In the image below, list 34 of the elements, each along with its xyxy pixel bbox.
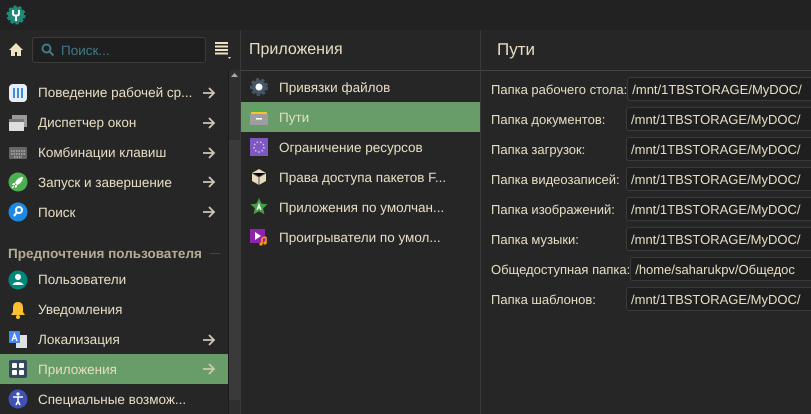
path-field[interactable]: /home/saharukpv/Общедос [630, 257, 811, 281]
sidebar-item[interactable]: Запуск и завершение [0, 167, 228, 198]
field-label: Папка изображений: [491, 202, 616, 216]
panel-title: Приложения [249, 41, 343, 59]
sidebar-item[interactable]: Уведомления [0, 294, 228, 325]
field-label: Папка рабочего стола: [491, 82, 628, 96]
sidebar-item[interactable]: Локализация [0, 324, 228, 354]
search-field[interactable]: Поиск... [32, 37, 206, 63]
path-field[interactable]: /mnt/1TBSTORAGE/MyDOC/ [626, 227, 811, 251]
field-label: Общедоступная папка: [491, 262, 630, 276]
path-field[interactable]: /mnt/1TBSTORAGE/MyDOC/ [626, 107, 811, 131]
list-item[interactable]: Приложения по умолчан... [241, 192, 480, 222]
field-label: Папка видеозаписей: [491, 172, 621, 186]
sidebar-item[interactable]: Диспетчер окон [0, 108, 228, 138]
path-field[interactable]: /mnt/1TBSTORAGE/MyDOC/ [626, 137, 811, 161]
sidebar-item[interactable]: Специальные возмож... [0, 384, 228, 414]
sidebar-item[interactable]: Пользователи [0, 264, 228, 295]
section-header: Предпочтения пользователя [8, 246, 202, 261]
field-label: Папка загрузок: [491, 142, 586, 156]
sidebar-item[interactable]: Поведение рабочей ср... [0, 78, 228, 108]
list-item[interactable]: Права доступа пакетов F... [241, 162, 480, 192]
path-field[interactable]: /mnt/1TBSTORAGE/MyDOC/ [626, 287, 811, 311]
list-item[interactable]: Ограничение ресурсов [241, 132, 480, 162]
list-item[interactable]: Проигрыватели по умол... [241, 222, 480, 252]
page-title: Пути [497, 40, 536, 60]
field-label: Папка музыки: [491, 232, 580, 246]
sidebar-item[interactable]: Поиск [0, 197, 228, 228]
path-field[interactable]: /mnt/1TBSTORAGE/MyDOC/ [627, 77, 811, 101]
sidebar-item[interactable]: Комбинации клавиш [0, 138, 228, 168]
path-field[interactable]: /mnt/1TBSTORAGE/MyDOC/ [626, 197, 811, 221]
list-item[interactable]: Привязки файлов [241, 72, 480, 102]
path-field[interactable]: /mnt/1TBSTORAGE/MyDOC/ [626, 167, 811, 191]
field-label: Папка шаблонов: [491, 292, 597, 306]
field-label: Папка документов: [491, 112, 606, 126]
